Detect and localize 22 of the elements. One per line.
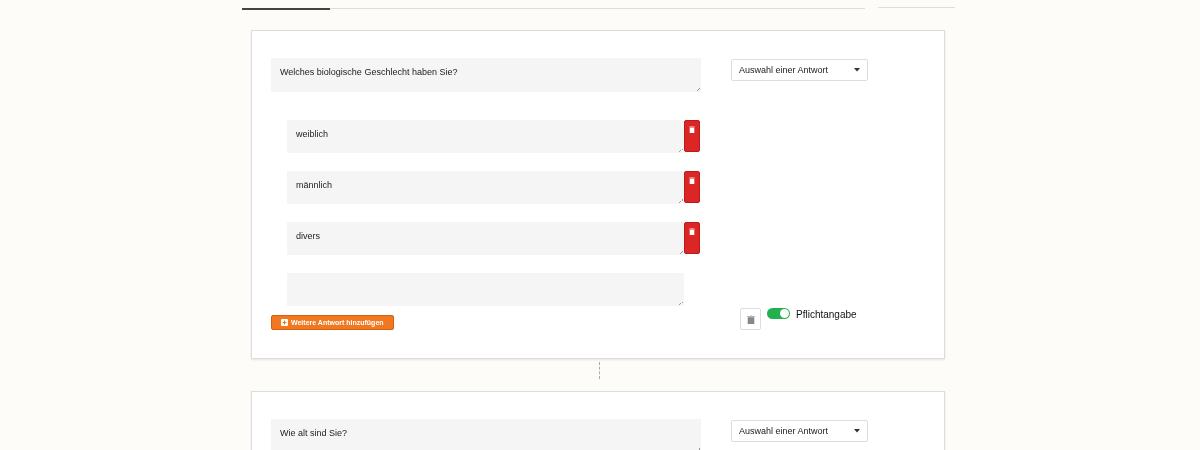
trash-icon [689, 177, 695, 184]
required-label: Pflichtangabe [796, 309, 857, 320]
trash-icon [746, 314, 755, 324]
required-toggle[interactable] [767, 308, 790, 319]
delete-answer-button[interactable] [684, 120, 700, 152]
question-field[interactable]: Welches biologische Geschlecht haben Sie? [271, 58, 701, 92]
answer-type-dropdown[interactable]: Auswahl einer Antwort [731, 59, 868, 81]
answer-field[interactable]: männlich [287, 171, 684, 204]
trash-icon [689, 228, 695, 235]
trash-icon [689, 126, 695, 133]
caret-icon [854, 429, 860, 433]
answer-field[interactable]: weiblich [287, 120, 684, 153]
delete-question-button[interactable] [740, 308, 761, 330]
connector-line [599, 362, 600, 379]
answer-field[interactable]: divers [287, 222, 684, 255]
plus-icon [281, 319, 288, 326]
delete-answer-button[interactable] [684, 171, 700, 203]
answer-field[interactable] [287, 273, 684, 306]
caret-icon [854, 68, 860, 72]
delete-answer-button[interactable] [684, 222, 700, 254]
question-field[interactable]: Wie alt sind Sie? [271, 419, 701, 450]
answer-type-dropdown[interactable]: Auswahl einer Antwort [731, 420, 868, 442]
